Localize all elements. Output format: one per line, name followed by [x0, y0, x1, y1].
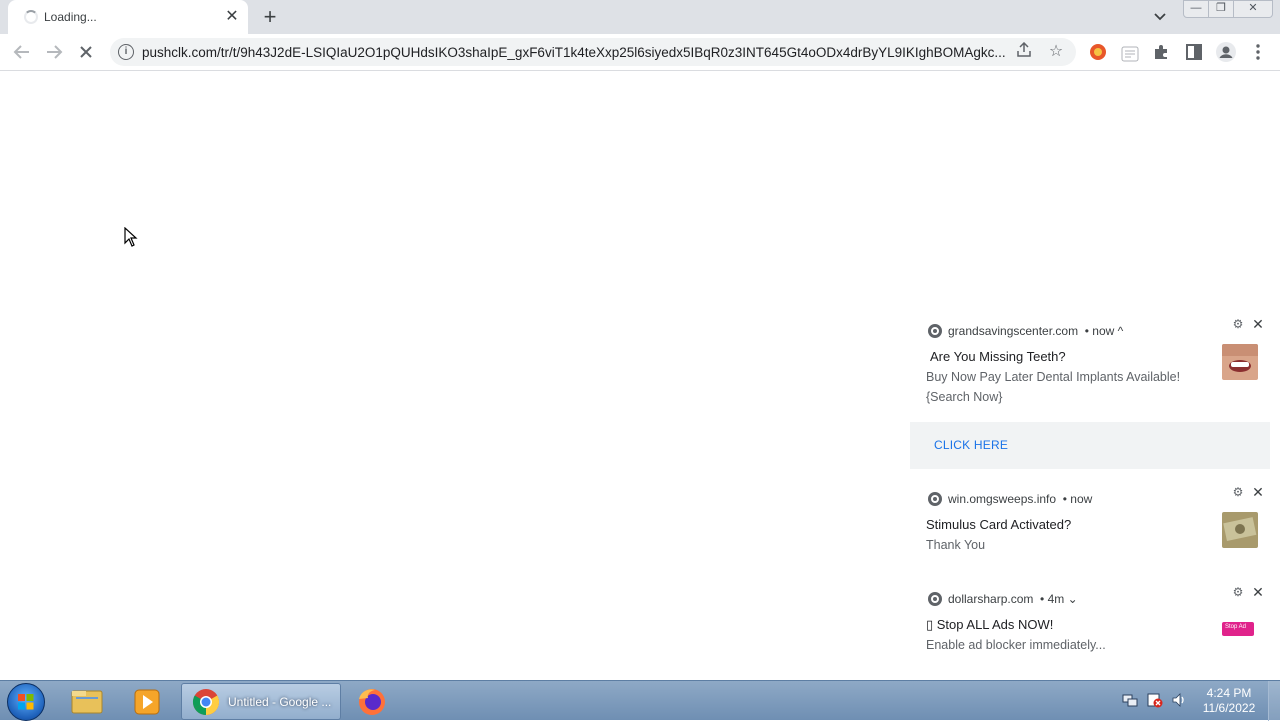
network-tray-icon[interactable]: [1122, 692, 1138, 708]
action-center-error-tray-icon[interactable]: [1147, 692, 1163, 708]
windows-taskbar: Untitled - Google ... 4:24 PM 11/6/2022: [0, 680, 1280, 721]
maximize-button[interactable]: ❐: [1208, 0, 1234, 18]
volume-tray-icon[interactable]: [1171, 692, 1187, 708]
address-url[interactable]: pushclk.com/tr/t/9h43J2dE-LSIQIaU2O1pQUH…: [142, 45, 1008, 60]
mouse-pointer-icon: [124, 227, 138, 247]
chrome-icon: [928, 324, 942, 338]
notification-close-icon[interactable]: ✕: [1252, 585, 1264, 599]
extension-red-icon[interactable]: [1086, 40, 1110, 64]
stop-ad-badge-thumbnail: Stop Ad: [1222, 622, 1254, 636]
side-panel-icon[interactable]: [1182, 40, 1206, 64]
tab-close-icon[interactable]: ✕: [222, 7, 242, 27]
windows-logo-icon: [18, 694, 34, 710]
money-thumbnail: [1222, 512, 1258, 548]
system-clock[interactable]: 4:24 PM 11/6/2022: [1196, 686, 1262, 716]
notification-card[interactable]: grandsavingscenter.com • now ^ ⚙ ✕ Are Y…: [910, 312, 1270, 422]
firefox-taskbar-icon[interactable]: [343, 683, 401, 720]
notification-card[interactable]: dollarsharp.com • 4m ⌄ ⚙ ✕ ▯ Stop ALL Ad…: [910, 580, 1270, 660]
menu-kebab-icon[interactable]: [1246, 40, 1270, 64]
notification-settings-gear-icon[interactable]: ⚙: [1232, 586, 1244, 598]
explorer-taskbar-icon[interactable]: [58, 683, 116, 720]
media-player-taskbar-icon[interactable]: [118, 683, 176, 720]
forward-icon[interactable]: [42, 40, 66, 64]
notification-source: grandsavingscenter.com • now ^: [928, 324, 1123, 338]
notification-close-icon[interactable]: ✕: [1252, 317, 1264, 331]
site-info-icon[interactable]: i: [118, 44, 134, 60]
notification-close-icon[interactable]: ✕: [1252, 485, 1264, 499]
notification-body: Buy Now Pay Later Dental Implants Availa…: [926, 370, 1181, 404]
profile-avatar-icon[interactable]: [1214, 40, 1238, 64]
chrome-icon: [928, 592, 942, 606]
notification-body: Thank You: [926, 538, 986, 552]
smile-teeth-thumbnail: [1222, 344, 1258, 380]
bookmark-star-icon[interactable]: ☆: [1046, 42, 1066, 62]
notification-settings-gear-icon[interactable]: ⚙: [1232, 486, 1244, 498]
notification-settings-gear-icon[interactable]: ⚙: [1232, 318, 1244, 330]
address-bar[interactable]: i pushclk.com/tr/t/9h43J2dE-LSIQIaU2O1pQ…: [110, 38, 1076, 66]
browser-toolbar: i pushclk.com/tr/t/9h43J2dE-LSIQIaU2O1pQ…: [0, 34, 1280, 71]
close-window-button[interactable]: ✕: [1233, 0, 1273, 18]
browser-tab[interactable]: Loading... ✕: [8, 0, 248, 34]
notification-title: Stimulus Card Activated?: [926, 517, 1072, 532]
chrome-icon: [928, 492, 942, 506]
notification-source: dollarsharp.com • 4m ⌄: [928, 592, 1078, 606]
notification-title: ▯ Stop ALL Ads NOW!: [926, 617, 1054, 632]
notification-body: Enable ad blocker immediately...: [926, 638, 1106, 652]
show-desktop-button[interactable]: [1268, 681, 1280, 721]
fun-extension-icon[interactable]: [1118, 40, 1142, 64]
tab-strip: Loading... ✕ + — ❐ ✕: [0, 0, 1280, 34]
extensions-puzzle-icon[interactable]: [1150, 40, 1174, 64]
tab-search-chevron-icon[interactable]: [1150, 8, 1170, 26]
chrome-logo-icon: [192, 689, 220, 716]
stop-loading-icon[interactable]: [74, 40, 98, 64]
minimize-button[interactable]: —: [1183, 0, 1209, 18]
loading-spinner-icon: [24, 10, 38, 24]
notification-card[interactable]: win.omgsweeps.info • now ⚙ ✕ Stimulus Ca…: [910, 480, 1270, 564]
back-icon[interactable]: [10, 40, 34, 64]
share-icon[interactable]: [1014, 41, 1034, 62]
tab-title: Loading...: [44, 10, 97, 24]
chrome-taskbar-button[interactable]: Untitled - Google ...: [181, 683, 341, 720]
click-here-button[interactable]: CLICK HERE: [910, 422, 1270, 469]
new-tab-button[interactable]: +: [258, 5, 282, 29]
start-button[interactable]: [7, 683, 45, 721]
notification-source: win.omgsweeps.info • now: [928, 492, 1092, 506]
notification-title: Are You Missing Teeth?: [930, 349, 1066, 364]
